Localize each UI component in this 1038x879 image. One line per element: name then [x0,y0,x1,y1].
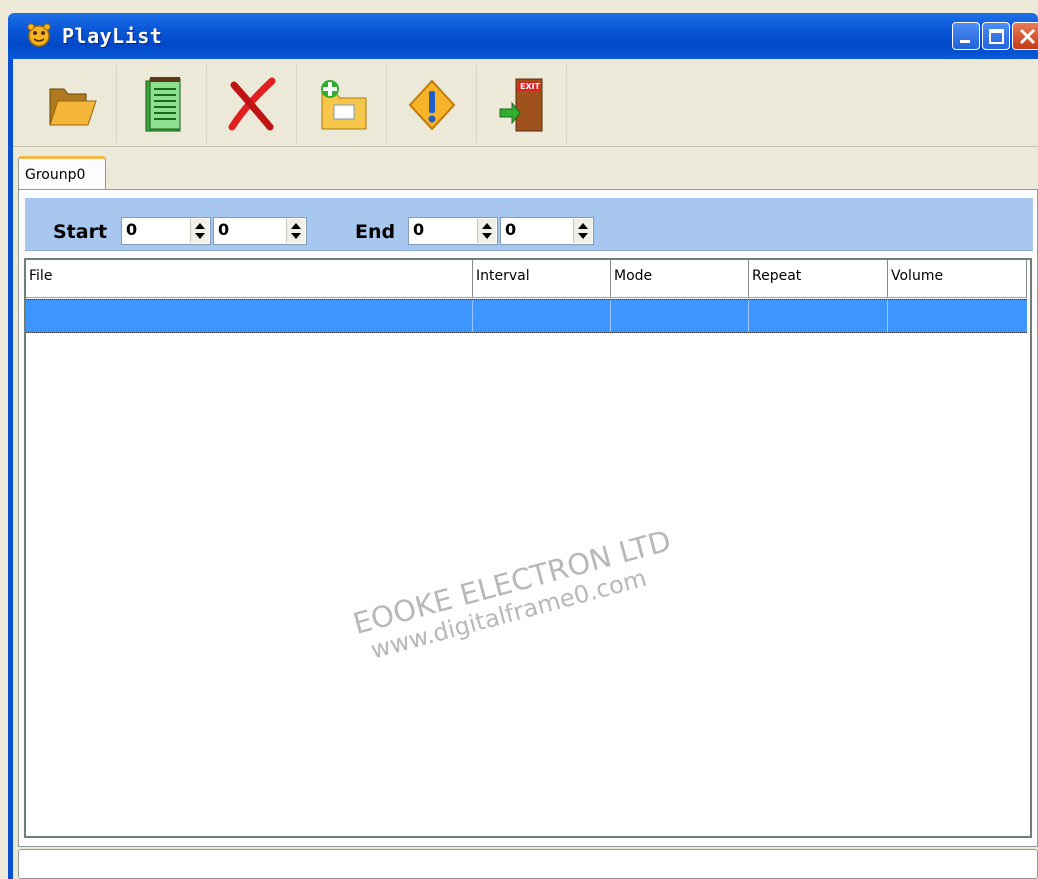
column-header-interval[interactable]: Interval [473,260,611,298]
end-label: End [355,221,396,243]
table-row[interactable] [26,299,1027,333]
open-folder-icon [49,88,97,126]
add-folder-button[interactable] [297,65,387,143]
spinner-arrows-icon[interactable] [477,219,496,243]
column-header-mode[interactable]: Mode [611,260,749,298]
warning-icon [408,79,456,131]
app-icon [27,23,51,47]
window-frame [8,59,13,879]
spinner-arrows-icon[interactable] [573,219,592,243]
end-value-2: 0 [505,220,517,239]
properties-button[interactable] [387,65,477,143]
start-label: Start [53,221,108,243]
start-value-1: 0 [126,220,138,239]
delete-x-icon [228,77,276,131]
tab-grounp0[interactable]: Grounp0 [18,156,106,190]
minimize-button[interactable] [952,22,980,50]
exit-door-icon: EXIT [499,78,543,132]
cell-divider [610,300,611,332]
maximize-button[interactable] [982,22,1010,50]
toolbar: EXIT [13,59,1038,147]
end-value-1: 0 [413,220,425,239]
close-button[interactable] [1012,22,1038,50]
open-button[interactable] [27,65,117,143]
column-header-file[interactable]: File [26,260,473,298]
title-bar[interactable]: PlayList [8,13,1038,59]
end-spinner-2[interactable]: 0 [500,217,594,245]
playlist-table[interactable]: File Interval Mode Repeat Volume [24,258,1032,838]
close-icon [1019,28,1036,45]
cell-divider [887,300,888,332]
cell-divider [748,300,749,332]
spinner-arrows-icon[interactable] [190,219,209,243]
window-title: PlayList [62,24,163,48]
add-folder-icon [321,80,367,130]
svg-text:EXIT: EXIT [520,82,541,91]
spinner-arrows-icon[interactable] [286,219,305,243]
column-header-volume[interactable]: Volume [888,260,1027,298]
minimize-icon [960,40,970,43]
end-spinner-1[interactable]: 0 [408,217,498,245]
start-value-2: 0 [218,220,230,239]
column-header-repeat[interactable]: Repeat [749,260,888,298]
cell-divider [472,300,473,332]
status-bar [18,849,1038,879]
start-spinner-2[interactable]: 0 [213,217,307,245]
edit-list-button[interactable] [117,65,207,143]
maximize-icon [989,29,1004,44]
exit-button[interactable]: EXIT [477,65,567,143]
start-spinner-1[interactable]: 0 [121,217,211,245]
delete-button[interactable] [207,65,297,143]
range-bar: Start 0 0 End 0 0 [25,198,1033,251]
notepad-icon [145,77,181,132]
